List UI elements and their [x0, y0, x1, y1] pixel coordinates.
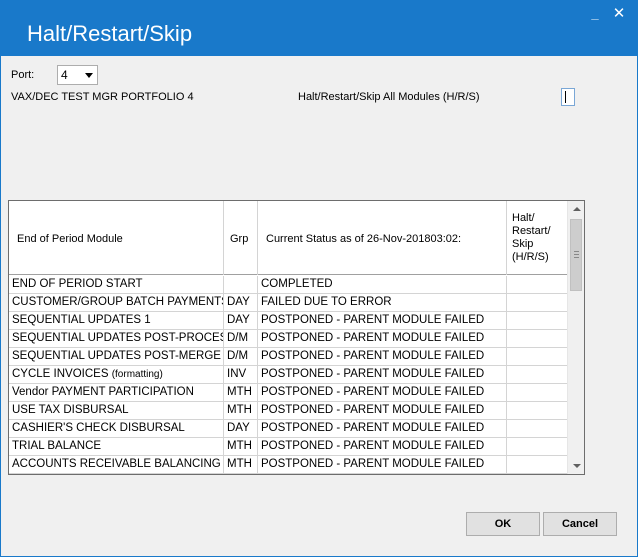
table-row[interactable]: ACCOUNTS RECEIVABLE BALANCING MTH POSTPO…: [9, 456, 567, 474]
grid-rows: END OF PERIOD START COMPLETED CUSTOMER/G…: [9, 276, 567, 474]
module-cell: SEQUENTIAL UPDATES POST-PROCES: [9, 330, 224, 348]
action-cell[interactable]: [507, 294, 567, 312]
module-cell: SEQUENTIAL UPDATES POST-MERGE: [9, 348, 224, 366]
grp-cell: [224, 276, 258, 294]
portfolio-name: VAX/DEC TEST MGR PORTFOLIO 4: [11, 91, 194, 103]
status-cell: POSTPONED - PARENT MODULE FAILED: [258, 402, 507, 420]
grp-cell: MTH: [224, 402, 258, 420]
action-cell[interactable]: [507, 420, 567, 438]
title-bar: Halt/Restart/Skip _ ✕: [1, 1, 637, 56]
grp-cell: DAY: [224, 294, 258, 312]
status-cell: POSTPONED - PARENT MODULE FAILED: [258, 456, 507, 474]
module-cell: END OF PERIOD START: [9, 276, 224, 294]
port-dropdown[interactable]: 4: [57, 65, 98, 85]
grp-cell: D/M: [224, 330, 258, 348]
header-module[interactable]: End of Period Module: [9, 201, 224, 275]
status-cell: COMPLETED: [258, 276, 507, 294]
header-status[interactable]: Current Status as of 26-Nov-201803:02:: [258, 201, 507, 275]
port-label: Port:: [11, 69, 35, 81]
grp-cell: DAY: [224, 312, 258, 330]
module-cell: Vendor PAYMENT PARTICIPATION: [9, 384, 224, 402]
vertical-scrollbar[interactable]: [567, 201, 584, 474]
table-row[interactable]: USE TAX DISBURSAL MTH POSTPONED - PARENT…: [9, 402, 567, 420]
status-cell: POSTPONED - PARENT MODULE FAILED: [258, 420, 507, 438]
table-row[interactable]: CASHIER'S CHECK DISBURSAL DAY POSTPONED …: [9, 420, 567, 438]
grp-cell: MTH: [224, 438, 258, 456]
grip-icon: [574, 251, 579, 258]
grp-cell: MTH: [224, 456, 258, 474]
status-cell: POSTPONED - PARENT MODULE FAILED: [258, 312, 507, 330]
window-title: Halt/Restart/Skip: [27, 21, 193, 46]
all-modules-input[interactable]: [561, 88, 575, 106]
minimize-button[interactable]: _: [584, 5, 606, 23]
scroll-up-icon[interactable]: [568, 201, 584, 218]
status-cell: POSTPONED - PARENT MODULE FAILED: [258, 348, 507, 366]
port-selected-value: 4: [61, 68, 68, 82]
scroll-down-icon[interactable]: [568, 457, 584, 474]
action-cell[interactable]: [507, 312, 567, 330]
action-cell[interactable]: [507, 438, 567, 456]
halt-restart-skip-dialog: Halt/Restart/Skip _ ✕ Port: 4 VAX/DEC TE…: [0, 0, 638, 557]
status-cell: POSTPONED - PARENT MODULE FAILED: [258, 330, 507, 348]
scroll-thumb[interactable]: [570, 219, 582, 291]
table-row[interactable]: TRIAL BALANCE MTH POSTPONED - PARENT MOD…: [9, 438, 567, 456]
action-cell[interactable]: [507, 348, 567, 366]
action-cell[interactable]: [507, 276, 567, 294]
all-modules-label: Halt/Restart/Skip All Modules (H/R/S): [298, 91, 480, 103]
cancel-button[interactable]: Cancel: [543, 512, 617, 536]
status-cell: POSTPONED - PARENT MODULE FAILED: [258, 366, 507, 384]
status-cell: POSTPONED - PARENT MODULE FAILED: [258, 438, 507, 456]
table-row[interactable]: SEQUENTIAL UPDATES POST-MERGE D/M POSTPO…: [9, 348, 567, 366]
header-grp[interactable]: Grp: [224, 201, 258, 275]
action-cell[interactable]: [507, 384, 567, 402]
grp-cell: D/M: [224, 348, 258, 366]
table-row[interactable]: Vendor PAYMENT PARTICIPATION MTH POSTPON…: [9, 384, 567, 402]
chevron-down-icon: [85, 73, 93, 78]
table-row[interactable]: SEQUENTIAL UPDATES POST-PROCES D/M POSTP…: [9, 330, 567, 348]
modules-grid: End of Period Module Grp Current Status …: [8, 200, 585, 475]
grp-cell: DAY: [224, 420, 258, 438]
grid-header: End of Period Module Grp Current Status …: [9, 201, 567, 275]
module-cell: CUSTOMER/GROUP BATCH PAYMENTS: [9, 294, 224, 312]
table-row[interactable]: CYCLE INVOICES (formatting) INV POSTPONE…: [9, 366, 567, 384]
table-row[interactable]: CUSTOMER/GROUP BATCH PAYMENTS DAY FAILED…: [9, 294, 567, 312]
module-cell: CYCLE INVOICES (formatting): [9, 366, 224, 384]
table-row[interactable]: END OF PERIOD START COMPLETED: [9, 276, 567, 294]
status-cell: POSTPONED - PARENT MODULE FAILED: [258, 384, 507, 402]
ok-button[interactable]: OK: [466, 512, 540, 536]
module-cell: USE TAX DISBURSAL: [9, 402, 224, 420]
module-cell: ACCOUNTS RECEIVABLE BALANCING: [9, 456, 224, 474]
action-cell[interactable]: [507, 366, 567, 384]
table-row[interactable]: SEQUENTIAL UPDATES 1 DAY POSTPONED - PAR…: [9, 312, 567, 330]
action-cell[interactable]: [507, 456, 567, 474]
module-cell: TRIAL BALANCE: [9, 438, 224, 456]
status-cell: FAILED DUE TO ERROR: [258, 294, 507, 312]
module-cell: CASHIER'S CHECK DISBURSAL: [9, 420, 224, 438]
grp-cell: INV: [224, 366, 258, 384]
close-button[interactable]: ✕: [608, 5, 630, 23]
action-cell[interactable]: [507, 330, 567, 348]
grp-cell: MTH: [224, 384, 258, 402]
action-cell[interactable]: [507, 402, 567, 420]
header-action[interactable]: Halt/ Restart/ Skip (H/R/S): [507, 201, 567, 275]
module-cell: SEQUENTIAL UPDATES 1: [9, 312, 224, 330]
